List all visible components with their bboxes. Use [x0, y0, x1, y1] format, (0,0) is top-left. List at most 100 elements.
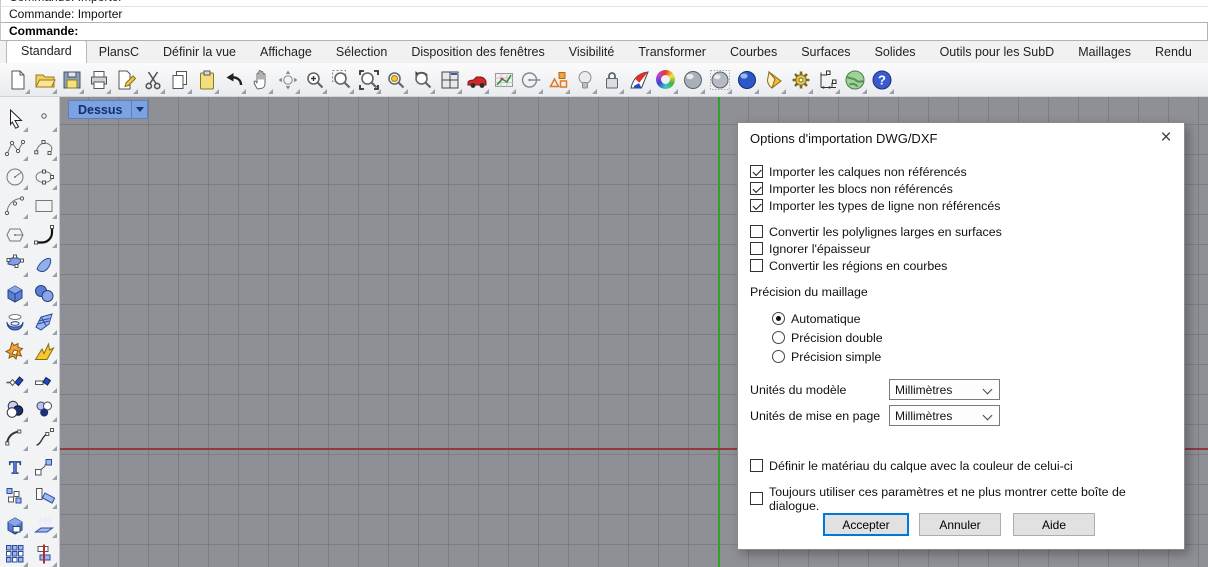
split-icon[interactable]	[31, 366, 58, 394]
box-icon[interactable]	[2, 279, 29, 307]
viewport-menu-caret[interactable]	[131, 100, 149, 119]
booleans-icon[interactable]	[2, 395, 29, 423]
paste-icon[interactable]	[193, 65, 220, 95]
blend-curve-icon[interactable]	[31, 424, 58, 452]
select-arrow-icon[interactable]	[2, 105, 29, 133]
car-icon[interactable]	[463, 65, 490, 95]
print-icon[interactable]	[85, 65, 112, 95]
sphere-rendered-icon[interactable]	[733, 65, 760, 95]
text-icon[interactable]: T	[2, 453, 29, 481]
tab-d-finir-la-vue[interactable]: Définir la vue	[151, 42, 248, 63]
tab-surfaces[interactable]: Surfaces	[789, 42, 862, 63]
checkbox-convertir-les-r-gions-en-courbes[interactable]	[750, 259, 763, 272]
command-prompt-input[interactable]: Commande:	[0, 22, 1208, 41]
fillet-corner-icon[interactable]	[31, 221, 58, 249]
extrude-icon[interactable]	[31, 511, 58, 539]
lightbulb-icon[interactable]	[571, 65, 598, 95]
units-dropdown-unit-s-de-mise-en-page[interactable]: Millimètres	[889, 405, 1000, 426]
open-folder-icon[interactable]	[31, 65, 58, 95]
viewport-title-label[interactable]: Dessus	[68, 100, 132, 119]
viewport-title-tab[interactable]: Dessus	[68, 100, 149, 119]
undo-icon[interactable]	[220, 65, 247, 95]
accepter-button[interactable]: Accepter	[823, 513, 909, 536]
explode-icon[interactable]	[31, 337, 58, 365]
point-icon[interactable]	[31, 105, 58, 133]
srf-mesh-icon[interactable]	[31, 308, 58, 336]
tab-standard[interactable]: Standard	[6, 41, 87, 63]
zoom-back-icon[interactable]	[409, 65, 436, 95]
sphere-shaded-icon[interactable]	[679, 65, 706, 95]
pan-icon[interactable]	[247, 65, 274, 95]
tab-disposition-des-fen-tres[interactable]: Disposition des fenêtres	[399, 42, 556, 63]
torus-icon[interactable]	[2, 308, 29, 336]
tab-rendu[interactable]: Rendu	[1143, 42, 1204, 63]
blend-arc-icon[interactable]	[2, 424, 29, 452]
sphere-ghosted-icon[interactable]	[706, 65, 733, 95]
spheres-icon[interactable]	[31, 279, 58, 307]
copy-icon[interactable]	[166, 65, 193, 95]
new-file-icon[interactable]	[4, 65, 31, 95]
aide-button[interactable]: Aide	[1013, 513, 1095, 536]
tab-outils-pour-les-subd[interactable]: Outils pour les SubD	[928, 42, 1067, 63]
tab-plansc[interactable]: PlansC	[87, 42, 151, 63]
arc-icon[interactable]	[2, 192, 29, 220]
close-icon[interactable]: ×	[1152, 125, 1180, 151]
color-wheel-icon[interactable]	[652, 65, 679, 95]
zoom-selected-icon[interactable]	[382, 65, 409, 95]
dimension-icon[interactable]	[814, 65, 841, 95]
checkbox-importer-les-types-de-ligne-non-r-f-renc[interactable]	[750, 199, 763, 212]
move-scale-icon[interactable]	[31, 453, 58, 481]
checkbox-ignorer-l-paisseur[interactable]	[750, 242, 763, 255]
group-icon[interactable]	[2, 482, 29, 510]
checkbox-importer-les-calques-non-r-f-renc-s[interactable]	[750, 165, 763, 178]
radio-pr-cision-simple[interactable]	[772, 350, 785, 363]
save-icon[interactable]	[58, 65, 85, 95]
ellipse-icon[interactable]	[31, 163, 58, 191]
checkbox-importer-les-blocs-non-r-f-renc-s[interactable]	[750, 182, 763, 195]
rectangle-icon[interactable]	[31, 192, 58, 220]
align-icon[interactable]	[31, 482, 58, 510]
tab-courbes[interactable]: Courbes	[718, 42, 789, 63]
tab-mise-en-plan[interactable]: Mise en plan	[1204, 42, 1208, 63]
edit-doc-icon[interactable]	[112, 65, 139, 95]
rotate-view-icon[interactable]	[274, 65, 301, 95]
section-icon[interactable]	[31, 540, 58, 567]
zoom-in-icon[interactable]	[301, 65, 328, 95]
tab-visibilit[interactable]: Visibilité	[557, 42, 627, 63]
radio-pr-cision-double[interactable]	[772, 331, 785, 344]
polygon-icon[interactable]	[2, 221, 29, 249]
solid-cube-icon[interactable]	[2, 511, 29, 539]
puzzle-icon[interactable]	[2, 337, 29, 365]
booleans2-icon[interactable]	[31, 395, 58, 423]
tab-s-lection[interactable]: Sélection	[324, 42, 399, 63]
tab-transformer[interactable]: Transformer	[626, 42, 718, 63]
checkbox-convertir-les-polylignes-larges-en-surfa[interactable]	[750, 225, 763, 238]
polyline-icon[interactable]	[2, 134, 29, 162]
units-dropdown-unit-s-du-mod-le[interactable]: Millimètres	[889, 379, 1000, 400]
srf-patch-icon[interactable]	[31, 250, 58, 278]
curve-points-icon[interactable]	[31, 134, 58, 162]
array-icon[interactable]	[2, 540, 29, 567]
tab-affichage[interactable]: Affichage	[248, 42, 324, 63]
lock-icon[interactable]	[598, 65, 625, 95]
settings-gears-icon[interactable]	[787, 65, 814, 95]
zoom-window-icon[interactable]	[328, 65, 355, 95]
cut-icon[interactable]	[139, 65, 166, 95]
checkbox-d-finir-le-mat-riau-du-calque-avec-la-co[interactable]	[750, 459, 763, 472]
trim-icon[interactable]	[2, 366, 29, 394]
shade-view-icon[interactable]	[625, 65, 652, 95]
tab-maillages[interactable]: Maillages	[1066, 42, 1143, 63]
tab-solides[interactable]: Solides	[863, 42, 928, 63]
zoom-extents-icon[interactable]	[355, 65, 382, 95]
objects-icon[interactable]	[544, 65, 571, 95]
circle-icon[interactable]	[2, 163, 29, 191]
viewport-layout-icon[interactable]	[436, 65, 463, 95]
srf-points-icon[interactable]	[2, 250, 29, 278]
help-icon[interactable]: ?	[868, 65, 895, 95]
osnap-icon[interactable]	[517, 65, 544, 95]
checkbox-toujours-utiliser-ces-param-tres-et-ne-p[interactable]	[750, 492, 763, 505]
radio-automatique[interactable]	[772, 312, 785, 325]
cplane-icon[interactable]	[490, 65, 517, 95]
annuler-button[interactable]: Annuler	[919, 513, 1001, 536]
earth-icon[interactable]	[841, 65, 868, 95]
